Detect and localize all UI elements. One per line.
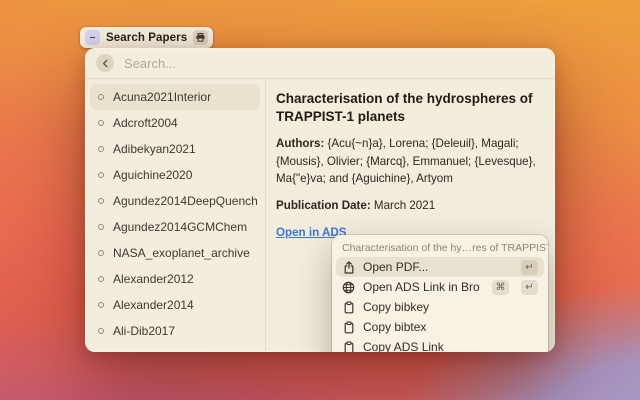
- circle-bullet-icon: [98, 146, 104, 152]
- list-item-label: NASA_exoplanet_archive: [113, 246, 250, 260]
- search-bar: Search...: [85, 48, 555, 79]
- list-item[interactable]: NASA_exoplanet_archive: [90, 240, 260, 266]
- hotkey-pill-label: Search Papers: [106, 32, 187, 44]
- dash-key-icon: –: [85, 30, 100, 45]
- hotkey-pill[interactable]: – Search Papers: [80, 27, 213, 48]
- action-menu-item-label: Copy bibkey: [363, 300, 538, 314]
- circle-bullet-icon: [98, 172, 104, 178]
- list-item[interactable]: Agundez2014DeepQuench: [90, 188, 260, 214]
- list-item[interactable]: Adcroft2004: [90, 110, 260, 136]
- circle-bullet-icon: [98, 224, 104, 230]
- list-item-label: Alexander2012: [113, 272, 194, 286]
- list-item-label: Agundez2014DeepQuench: [113, 194, 258, 208]
- circle-bullet-icon: [98, 302, 104, 308]
- chevron-left-icon: [101, 59, 110, 68]
- action-menu-item-label: Open PDF...: [363, 260, 509, 274]
- paper-pubdate: Publication Date: March 2021: [276, 197, 541, 214]
- action-menu-item-label: Open ADS Link in Browser: [363, 280, 480, 294]
- clipboard-icon: [342, 341, 355, 353]
- raycast-window: Search... Acuna2021Interior Adcroft2004 Ad…: [85, 48, 555, 352]
- share-icon: [342, 261, 355, 274]
- globe-icon: [342, 281, 355, 294]
- back-button[interactable]: [96, 54, 114, 72]
- list-item[interactable]: Agundez2014GCMChem: [90, 214, 260, 240]
- circle-bullet-icon: [98, 276, 104, 282]
- circle-bullet-icon: [98, 328, 104, 334]
- pubdate-label: Publication Date:: [276, 199, 371, 212]
- list-item-label: Adcroft2004: [113, 116, 178, 130]
- action-menu-item[interactable]: Copy ADS Link: [336, 337, 544, 352]
- list-item-label: Alexander2014: [113, 298, 194, 312]
- list-item[interactable]: Alibert2005: [90, 344, 260, 351]
- paper-title: Characterisation of the hydrospheres of …: [276, 90, 541, 126]
- list-item[interactable]: Acuna2021Interior: [90, 84, 260, 110]
- papers-list: Acuna2021Interior Adcroft2004 Adibekyan202…: [85, 79, 266, 351]
- list-item[interactable]: Alexander2014: [90, 292, 260, 318]
- search-input[interactable]: Search...: [124, 56, 176, 71]
- list-item-label: Ali-Dib2017: [113, 324, 175, 338]
- paper-authors: Authors: {Acu{~n}a}, Lorena; {Deleuil}, …: [276, 135, 541, 187]
- circle-bullet-icon: [98, 250, 104, 256]
- clipboard-icon: [342, 301, 355, 314]
- action-menu-item[interactable]: Open ADS Link in Browser ⌘ ↵: [336, 277, 544, 297]
- action-menu-item[interactable]: Open PDF... ↵: [336, 257, 544, 277]
- action-menu: Characterisation of the hy…res of TRAPPI…: [332, 235, 548, 352]
- content-area: Acuna2021Interior Adcroft2004 Adibekyan202…: [85, 79, 555, 351]
- list-item-label: Adibekyan2021: [113, 142, 196, 156]
- action-menu-item[interactable]: Copy bibtex: [336, 317, 544, 337]
- list-item[interactable]: Alexander2012: [90, 266, 260, 292]
- list-item[interactable]: Aguichine2020: [90, 162, 260, 188]
- list-item-label: Aguichine2020: [113, 168, 192, 182]
- action-menu-item-label: Copy ADS Link: [363, 340, 538, 352]
- action-menu-header: Characterisation of the hy…res of TRAPPI…: [332, 235, 548, 257]
- list-item[interactable]: Ali-Dib2017: [90, 318, 260, 344]
- list-item-label: Agundez2014GCMChem: [113, 220, 247, 234]
- pubdate-value: March 2021: [371, 199, 435, 212]
- list-item[interactable]: Adibekyan2021: [90, 136, 260, 162]
- shortcut-keycap: ↵: [521, 260, 538, 275]
- circle-bullet-icon: [98, 120, 104, 126]
- screen: – Search Papers Search... Acuna2021Inter…: [0, 0, 640, 400]
- action-menu-items: Open PDF... ↵ Open ADS Link in Browser ⌘ ↵ Co…: [332, 257, 548, 352]
- action-menu-item[interactable]: Copy bibkey: [336, 297, 544, 317]
- list-item-label: Alibert2005: [113, 350, 174, 351]
- clipboard-icon: [342, 321, 355, 334]
- action-menu-item-label: Copy bibtex: [363, 320, 538, 334]
- list-item-label: Acuna2021Interior: [113, 90, 211, 104]
- shortcut-keycap: ↵: [521, 280, 538, 295]
- circle-bullet-icon: [98, 198, 104, 204]
- printer-icon: [193, 30, 208, 45]
- shortcut-keycap: ⌘: [492, 280, 509, 295]
- authors-label: Authors:: [276, 137, 324, 150]
- circle-bullet-icon: [98, 94, 104, 100]
